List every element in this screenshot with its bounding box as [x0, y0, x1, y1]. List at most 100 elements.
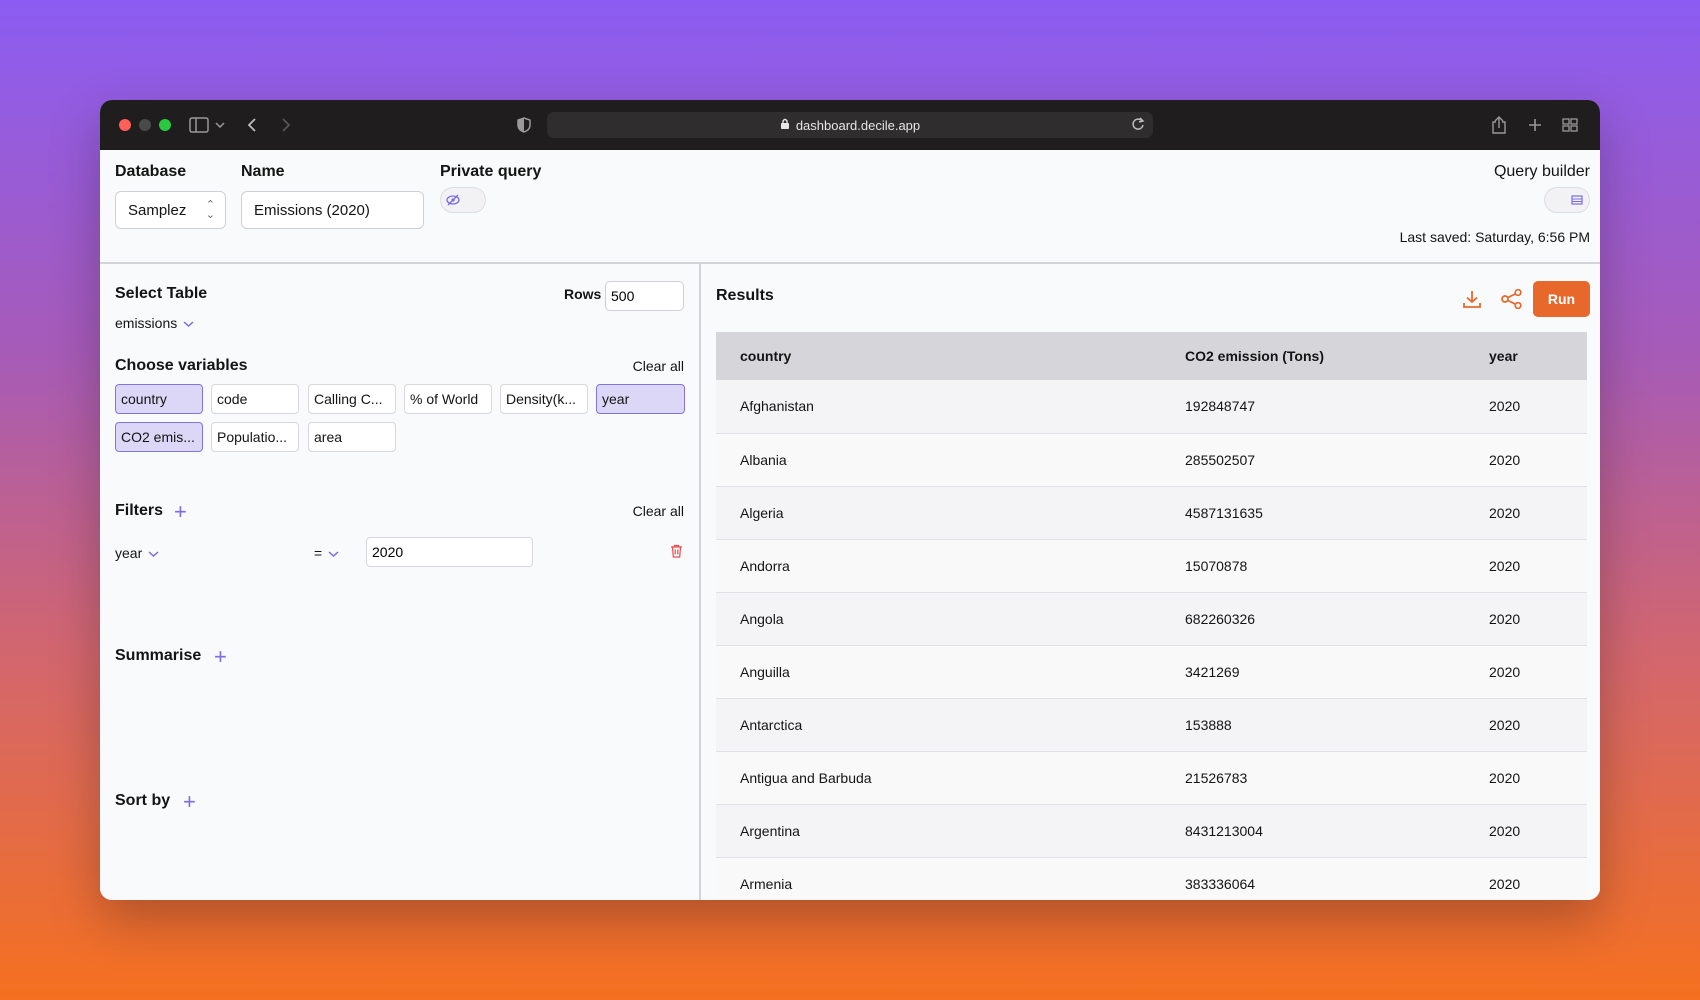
variable-chip-country[interactable]: country	[115, 384, 203, 414]
back-arrow-icon[interactable]	[242, 113, 262, 137]
table-cell: Argentina	[716, 804, 1161, 858]
table-cell: 2020	[1465, 698, 1587, 752]
share-icon[interactable]	[1489, 113, 1509, 137]
close-window-button[interactable]	[119, 119, 131, 131]
delete-filter-trash-icon[interactable]	[670, 544, 683, 563]
select-table-title: Select Table	[115, 285, 208, 302]
results-title: Results	[716, 287, 774, 304]
address-bar[interactable]: dashboard.decile.app	[547, 112, 1153, 138]
variable-chip-calling-code[interactable]: Calling C...	[308, 384, 396, 414]
variable-chip-code[interactable]: code	[211, 384, 299, 414]
table-cell: Armenia	[716, 857, 1161, 900]
table-dropdown[interactable]: emissions	[115, 315, 194, 331]
results-panel: Results Run country CO2 emission (Tons) …	[701, 264, 1600, 900]
url-text: dashboard.decile.app	[795, 117, 921, 133]
table-cell: 285502507	[1161, 433, 1465, 487]
add-filter-plus-icon[interactable]: +	[174, 501, 187, 523]
variables-clear-all-link[interactable]: Clear all	[633, 358, 684, 374]
maximize-window-button[interactable]	[159, 119, 171, 131]
table-cell: Anguilla	[716, 645, 1161, 699]
table-row: Andorra 15070878 2020	[716, 539, 1587, 593]
summarise-title: Summarise	[115, 647, 202, 664]
download-icon[interactable]	[1459, 286, 1485, 312]
query-builder-panel: Select Table Rows emissions Choose varia…	[100, 264, 701, 900]
add-summarise-plus-icon[interactable]: +	[214, 646, 227, 668]
reload-icon[interactable]	[1131, 116, 1145, 135]
variable-chip-area[interactable]: area	[308, 422, 396, 452]
sort-by-title: Sort by	[115, 792, 171, 809]
filter-field-dropdown[interactable]: year	[115, 545, 159, 561]
table-cell: 2020	[1465, 539, 1587, 593]
filter-operator-value: =	[314, 545, 323, 561]
column-header-year[interactable]: year	[1465, 332, 1587, 380]
chevron-down-icon[interactable]	[214, 113, 226, 137]
filter-value-input[interactable]	[366, 537, 533, 567]
minimize-window-button[interactable]	[139, 119, 151, 131]
table-cell: 383336064	[1161, 857, 1465, 900]
results-table: country CO2 emission (Tons) year Afghani…	[716, 332, 1587, 900]
forward-arrow-icon[interactable]	[276, 113, 296, 137]
query-builder-toggle[interactable]	[1544, 187, 1590, 213]
chevron-down-icon	[328, 545, 339, 561]
column-header-country[interactable]: country	[716, 332, 1161, 380]
query-builder-label: Query builder	[1493, 163, 1590, 180]
table-value: emissions	[115, 315, 178, 331]
shield-icon[interactable]	[514, 113, 534, 137]
table-cell: 2020	[1465, 751, 1587, 805]
rows-label: Rows	[564, 286, 602, 302]
private-query-label: Private query	[440, 163, 542, 180]
sidebar-toggle-icon[interactable]	[188, 113, 210, 137]
table-row: Argentina 8431213004 2020	[716, 804, 1587, 858]
private-query-toggle[interactable]	[440, 187, 486, 213]
table-cell: 2020	[1465, 592, 1587, 646]
table-row: Afghanistan 192848747 2020	[716, 380, 1587, 434]
table-row: Armenia 383336064 2020	[716, 857, 1587, 900]
table-cell: 2020	[1465, 857, 1587, 900]
variable-chip-year[interactable]: year	[596, 384, 685, 414]
table-header-row: country CO2 emission (Tons) year	[716, 332, 1587, 380]
filter-operator-dropdown[interactable]: =	[314, 545, 339, 561]
new-tab-icon[interactable]	[1525, 113, 1545, 137]
table-row: Algeria 4587131635 2020	[716, 486, 1587, 540]
database-select[interactable]: Samplez ⌃ ⌄	[115, 191, 226, 229]
column-header-co2[interactable]: CO2 emission (Tons)	[1161, 332, 1465, 380]
variable-chip-density[interactable]: Density(k...	[500, 384, 588, 414]
filter-field-value: year	[115, 545, 143, 561]
query-name-input[interactable]	[241, 191, 424, 229]
table-cell: Albania	[716, 433, 1161, 487]
choose-variables-title: Choose variables	[115, 357, 248, 374]
variable-chip-population[interactable]: Populatio...	[211, 422, 299, 452]
table-cell: 2020	[1465, 380, 1587, 434]
chevron-down-icon	[148, 545, 159, 561]
table-cell: 153888	[1161, 698, 1465, 752]
table-icon	[1568, 191, 1586, 209]
rows-input[interactable]	[605, 281, 684, 311]
table-row: Anguilla 3421269 2020	[716, 645, 1587, 699]
select-arrows-icon: ⌃ ⌄	[205, 199, 215, 221]
name-label: Name	[241, 163, 285, 180]
window-controls	[119, 119, 171, 131]
table-row: Albania 285502507 2020	[716, 433, 1587, 487]
add-sort-plus-icon[interactable]: +	[183, 791, 196, 813]
table-cell: Andorra	[716, 539, 1161, 593]
chevron-down-icon	[183, 315, 194, 331]
table-cell: 8431213004	[1161, 804, 1465, 858]
table-cell: 2020	[1465, 486, 1587, 540]
table-cell: Angola	[716, 592, 1161, 646]
share-nodes-icon[interactable]	[1499, 286, 1525, 312]
table-row: Angola 682260326 2020	[716, 592, 1587, 646]
table-cell: Antarctica	[716, 698, 1161, 752]
table-cell: 3421269	[1161, 645, 1465, 699]
browser-window: dashboard.decile.app Database Samplez ⌃ ⌄…	[100, 100, 1600, 900]
variable-chip-percent-world[interactable]: % of World	[404, 384, 492, 414]
run-button[interactable]: Run	[1533, 281, 1590, 317]
lock-icon	[780, 118, 790, 133]
filters-clear-all-link[interactable]: Clear all	[633, 503, 684, 519]
query-header: Database Samplez ⌃⌄ Name Private query Q…	[100, 150, 1600, 264]
tab-overview-icon[interactable]	[1560, 113, 1580, 137]
filters-title: Filters	[115, 502, 164, 519]
table-cell: 4587131635	[1161, 486, 1465, 540]
table-cell: 2020	[1465, 433, 1587, 487]
variable-chip-co2-emission[interactable]: CO2 emis...	[115, 422, 203, 452]
table-cell: 192848747	[1161, 380, 1465, 434]
